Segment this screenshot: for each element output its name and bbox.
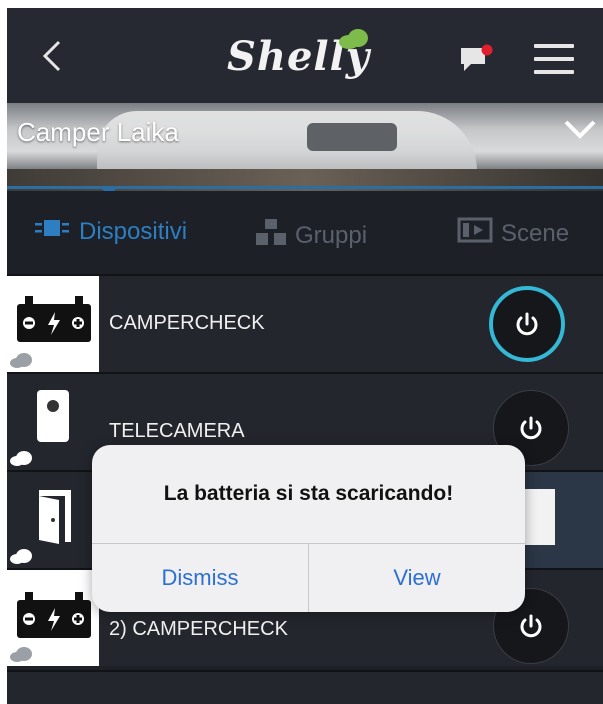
device-row-campercheck[interactable]: CAMPERCHECK — [7, 274, 603, 372]
app-screen: Shelly Camper Laika Dispositivi Gruppi S… — [7, 8, 603, 704]
notifications-button[interactable] — [459, 44, 495, 81]
top-bar: Shelly — [7, 8, 603, 103]
back-button[interactable] — [35, 38, 71, 74]
device-thumbnail — [7, 570, 99, 666]
location-banner[interactable]: Camper Laika — [7, 103, 603, 191]
power-icon — [516, 312, 538, 336]
back-icon — [42, 40, 61, 72]
battery-icon — [17, 296, 91, 342]
location-title: Camper Laika — [17, 117, 179, 147]
tab-gruppi[interactable]: Gruppi — [255, 217, 367, 254]
camera-icon — [37, 390, 69, 442]
list-footer — [7, 670, 603, 704]
power-icon — [520, 416, 542, 440]
battery-alert-dialog: La batteria si sta scaricando! Dismiss V… — [92, 445, 525, 612]
dismiss-button[interactable]: Dismiss — [92, 544, 308, 612]
chevron-down-icon[interactable] — [563, 117, 597, 141]
device-name: 2) CAMPERCHECK — [109, 618, 288, 640]
device-name: TELECAMERA — [109, 420, 245, 442]
device-thumbnail — [7, 472, 99, 568]
cloud-icon — [10, 549, 32, 564]
view-button[interactable]: View — [309, 544, 525, 612]
tab-label: Gruppi — [295, 221, 368, 249]
battery-icon — [17, 592, 91, 638]
cloud-icon — [10, 353, 32, 368]
cloud-logo-icon — [339, 29, 368, 49]
tab-dispositivi[interactable]: Dispositivi — [33, 217, 187, 246]
power-button[interactable] — [489, 286, 565, 362]
tab-indicator-line — [7, 186, 603, 189]
chat-notification-icon — [461, 44, 493, 71]
door-status-indicator — [525, 489, 555, 545]
power-icon — [520, 614, 542, 638]
cloud-icon — [10, 451, 32, 466]
groups-icon — [255, 217, 287, 254]
scenes-icon — [457, 217, 493, 250]
alert-message: La batteria si sta scaricando! — [163, 482, 454, 505]
device-name: CAMPERCHECK — [109, 312, 265, 334]
hamburger-menu-button[interactable] — [534, 44, 574, 83]
devices-icon — [33, 217, 71, 246]
tab-scene[interactable]: Scene — [457, 217, 569, 250]
device-thumbnail — [7, 374, 99, 470]
device-thumbnail — [7, 276, 99, 372]
door-icon — [39, 490, 71, 544]
tab-label: Dispositivi — [79, 217, 188, 245]
cloud-icon — [10, 647, 32, 662]
hamburger-menu-icon — [534, 44, 574, 48]
tab-bar: Dispositivi Gruppi Scene — [7, 191, 603, 271]
tab-label: Scene — [501, 219, 570, 247]
